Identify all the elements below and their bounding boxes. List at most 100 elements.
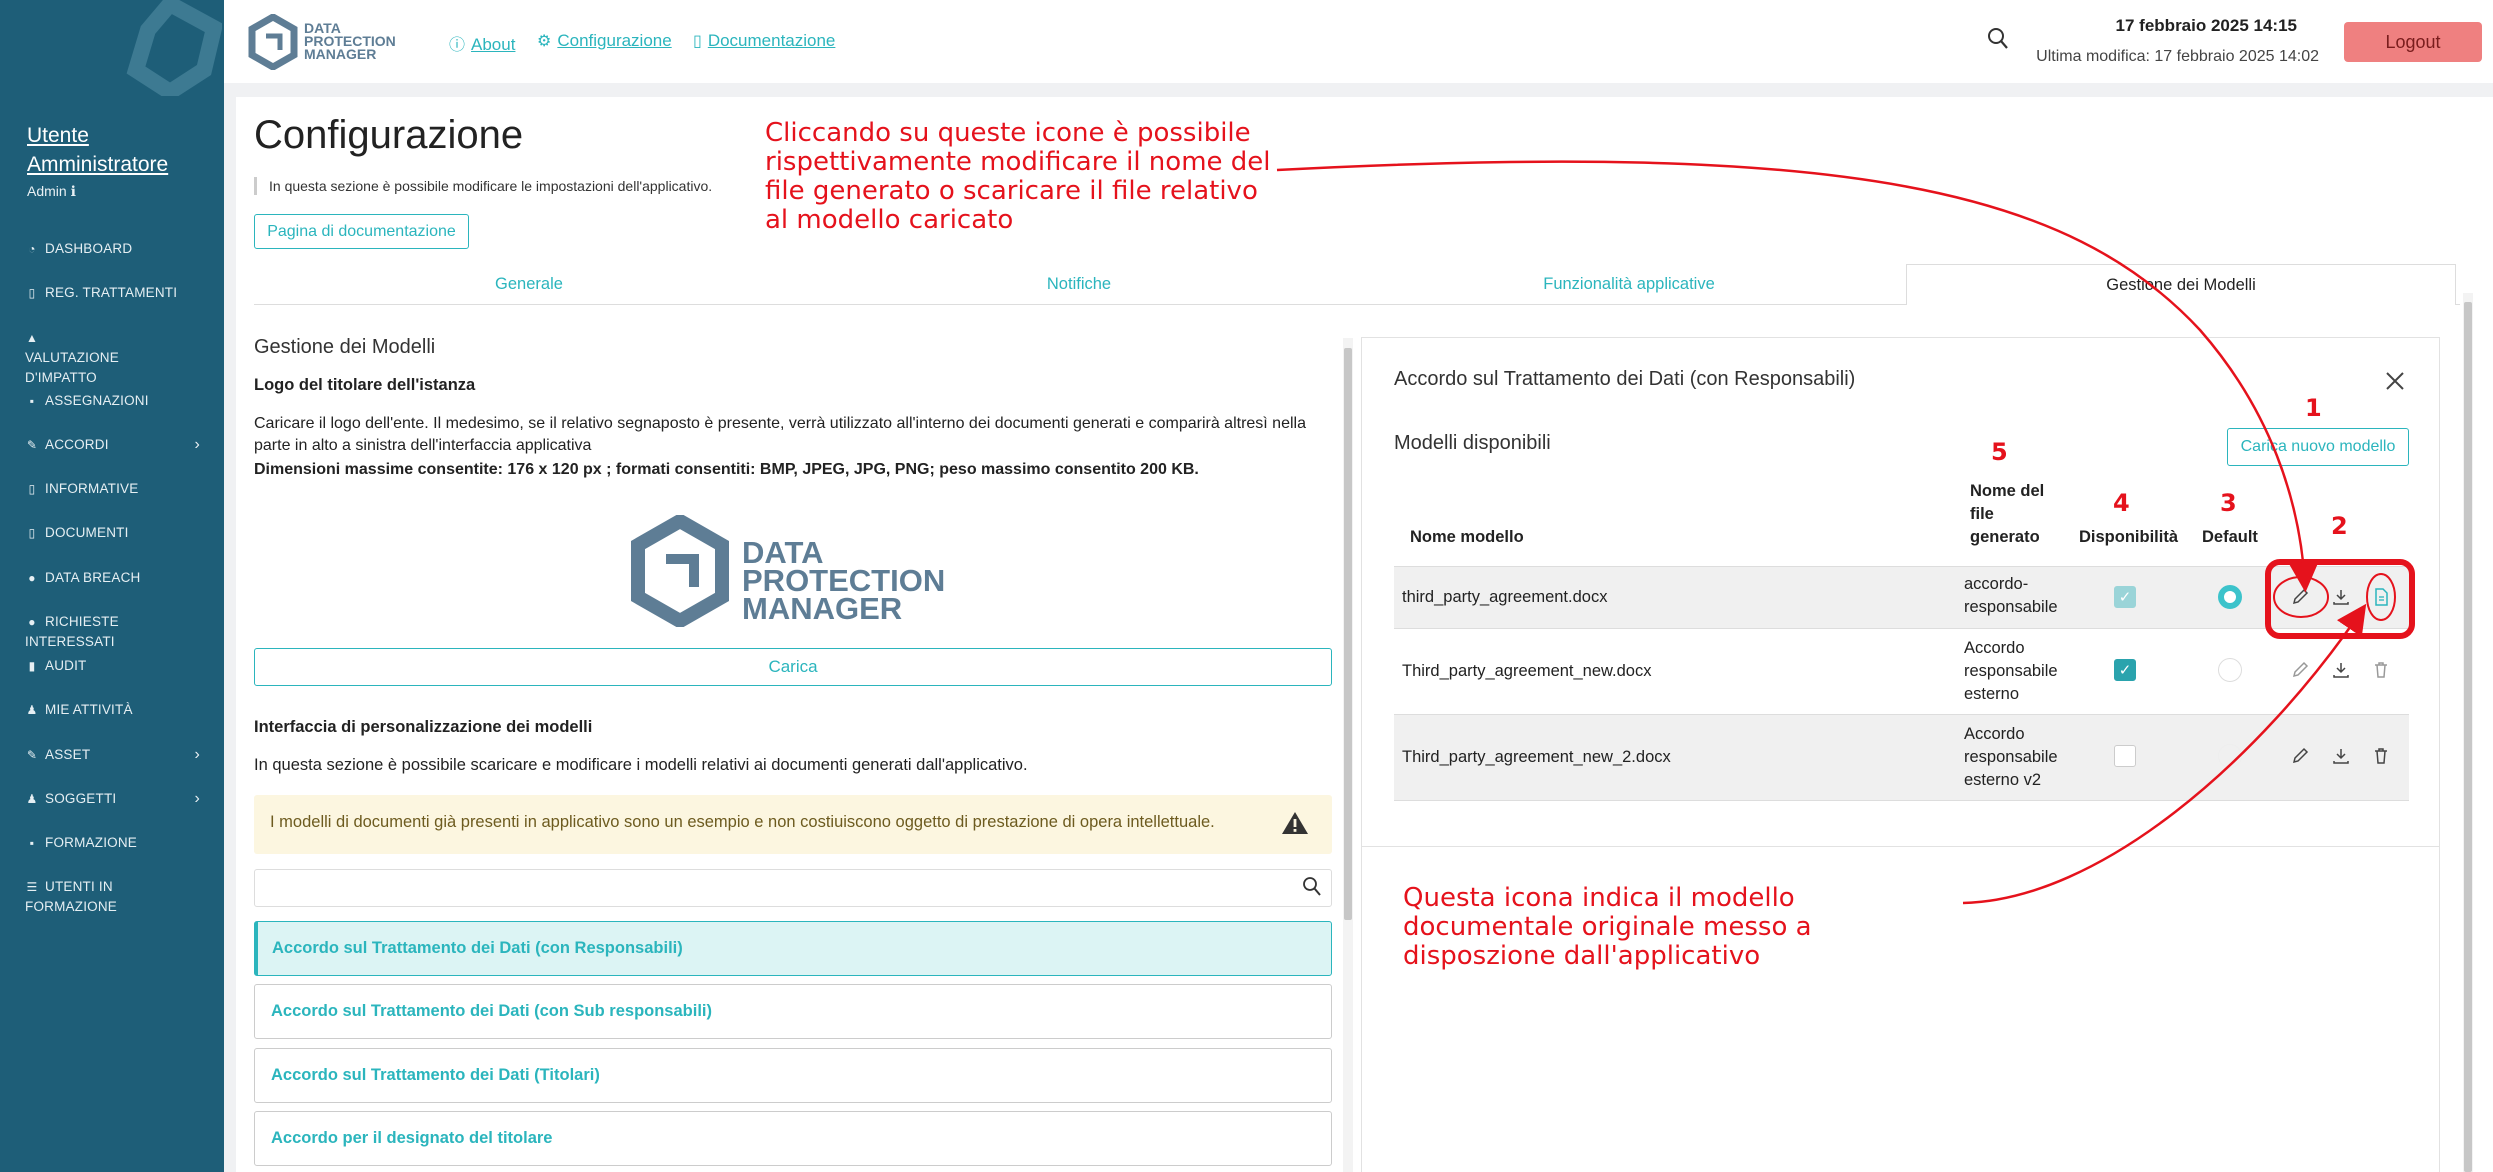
logo-section-title: Logo del titolare dell'istanza xyxy=(254,376,476,394)
logo-text: DATA PROTECTION MANAGER xyxy=(742,537,945,624)
sidebar-item-label: RICHIESTE INTERESSATI xyxy=(25,614,119,649)
book-icon: ▯ xyxy=(693,33,702,50)
sidebar-item-label: ASSET xyxy=(45,747,91,762)
accordion-item[interactable]: Accordo sul Trattamento dei Dati (con Su… xyxy=(254,984,1332,1039)
tab-notifiche[interactable]: Notifiche xyxy=(804,263,1354,305)
edit-icon[interactable] xyxy=(2290,587,2310,607)
sidebar-item-label: DOCUMENTI xyxy=(45,525,129,540)
configurazione-link[interactable]: ⚙ Configurazione xyxy=(537,31,672,51)
tab-generale[interactable]: Generale xyxy=(254,263,804,305)
warning-text: I modelli di documenti già presenti in a… xyxy=(270,813,1215,831)
search-icon[interactable] xyxy=(1987,27,2009,51)
sidebar-item-label: REG. TRATTAMENTI xyxy=(45,285,178,300)
upload-new-model-button[interactable]: Carica nuovo modello xyxy=(2227,428,2409,466)
delete-icon[interactable] xyxy=(2371,746,2391,766)
documentazione-link[interactable]: ▯ Documentazione xyxy=(693,31,835,51)
sidebar-item-data-breach[interactable]: ● DATA BREACH xyxy=(0,568,224,588)
close-icon[interactable] xyxy=(2384,370,2406,392)
annotation-bottom-note: Questa icona indica il modello documenta… xyxy=(1403,883,1812,971)
generated-file-name: Accordo responsabile esterno xyxy=(1964,639,2058,703)
model-name: Third_party_agreement_new_2.docx xyxy=(1402,748,1671,766)
column-header-name: Nome modello xyxy=(1410,528,1524,546)
logo-text: DATA PROTECTION MANAGER xyxy=(304,21,396,62)
availability-checkbox[interactable]: ✓ xyxy=(2114,586,2136,608)
annotation-number: 5 xyxy=(1991,438,2008,466)
alert-circle-icon: ● xyxy=(28,571,36,585)
users-icon: ♟ xyxy=(26,792,38,806)
sidebar-item-label: AUDIT xyxy=(45,658,87,673)
header-logo[interactable]: DATA PROTECTION MANAGER xyxy=(248,14,418,72)
document-icon: ▯ xyxy=(28,526,36,540)
instance-logo-preview: DATA PROTECTION MANAGER xyxy=(630,515,960,630)
sidebar-item-assegnazioni[interactable]: ▪ ASSEGNAZIONI xyxy=(0,391,224,411)
model-name: third_party_agreement.docx xyxy=(1402,588,1608,606)
logout-button[interactable]: Logout xyxy=(2344,22,2482,62)
user-name-link[interactable]: Utente Amministratore xyxy=(27,121,217,179)
sidebar-item-label: INFORMATIVE xyxy=(45,481,139,496)
left-scrollbar-thumb[interactable] xyxy=(1344,348,1352,920)
template-search-input[interactable] xyxy=(254,869,1332,907)
info-icon[interactable]: ℹ xyxy=(71,183,76,199)
about-label: About xyxy=(471,35,516,54)
download-icon[interactable] xyxy=(2331,587,2351,607)
availability-checkbox[interactable]: ✓ xyxy=(2114,659,2136,681)
user-role-label: Admin xyxy=(27,183,67,199)
documentation-page-button[interactable]: Pagina di documentazione xyxy=(254,214,469,249)
model-name: Third_party_agreement_new.docx xyxy=(1402,662,1652,680)
annotation-number: 3 xyxy=(2220,489,2237,517)
tab-gestione-modelli[interactable]: Gestione dei Modelli xyxy=(1906,264,2456,305)
availability-checkbox[interactable] xyxy=(2114,745,2136,767)
user-role: Admin ℹ xyxy=(27,183,76,200)
sidebar-item-accordi[interactable]: ✎ ACCORDI › xyxy=(0,435,224,455)
generated-file-name: accordo-responsabile xyxy=(1964,575,2058,616)
page-scrollbar-thumb[interactable] xyxy=(2464,302,2472,1172)
tab-divider xyxy=(254,304,1906,305)
sidebar-item-asset[interactable]: ✎ ASSET › xyxy=(0,745,224,765)
warning-icon xyxy=(1282,812,1308,834)
handshake-icon: ✎ xyxy=(26,438,38,452)
about-link[interactable]: ⓘ About xyxy=(449,31,515,55)
download-icon[interactable] xyxy=(2331,746,2351,766)
tab-funzionalita[interactable]: Funzionalità applicative xyxy=(1354,263,1904,305)
clipboard-icon: ▪ xyxy=(29,394,35,408)
sidebar: Utente Amministratore Admin ℹ ◔ DASHBOARD… xyxy=(0,0,224,1172)
sidebar-item-utenti-formazione[interactable]: ☰ UTENTI IN FORMAZIONE xyxy=(0,877,224,917)
list-icon: ☰ xyxy=(26,880,38,894)
sidebar-item-formazione[interactable]: ▪ FORMAZIONE xyxy=(0,833,224,853)
dpm-logo-icon xyxy=(631,515,729,627)
download-icon[interactable] xyxy=(2331,660,2351,680)
edit-icon[interactable] xyxy=(2290,660,2310,680)
annotation-top-note: Cliccando su queste icone è possibile ri… xyxy=(765,118,1271,235)
search-icon[interactable] xyxy=(1302,876,1322,898)
available-models-title: Modelli disponibili xyxy=(1394,432,1551,454)
generated-file-name: Accordo responsabile esterno v2 xyxy=(1964,725,2058,789)
video-icon: ▪ xyxy=(29,836,35,850)
annotation-number: 1 xyxy=(2305,394,2322,422)
dashboard-icon: ◔ xyxy=(28,242,36,256)
delete-icon[interactable] xyxy=(2371,660,2391,680)
logo-line: MANAGER xyxy=(304,46,377,62)
default-radio[interactable] xyxy=(2218,585,2242,609)
accordion-item[interactable]: Accordo sul Trattamento dei Dati (Titola… xyxy=(254,1048,1332,1103)
sidebar-item-documenti[interactable]: ▯ DOCUMENTI xyxy=(0,523,224,543)
sidebar-item-valutazione[interactable]: ▲ VALUTAZIONE D'IMPATTO xyxy=(0,328,150,388)
sidebar-item-label: DATA BREACH xyxy=(45,570,141,585)
sidebar-item-dashboard[interactable]: ◔ DASHBOARD xyxy=(0,239,224,259)
accordion-item[interactable]: Accordo per il designato del titolare xyxy=(254,1111,1332,1166)
book-icon: ▯ xyxy=(28,482,36,496)
sidebar-item-richieste[interactable]: ● RICHIESTE INTERESSATI xyxy=(0,612,224,652)
sidebar-item-audit[interactable]: ▮ AUDIT xyxy=(0,656,224,676)
accordion-item[interactable]: Accordo sul Trattamento dei Dati (con Re… xyxy=(254,921,1332,976)
default-radio[interactable] xyxy=(2218,658,2242,682)
column-header-file: Nome del file generato xyxy=(1970,482,2045,546)
sidebar-item-informative[interactable]: ▯ INFORMATIVE xyxy=(0,479,224,499)
default-radio[interactable] xyxy=(2218,744,2242,768)
sidebar-item-reg-trattamenti[interactable]: ▯ REG. TRATTAMENTI xyxy=(0,283,224,303)
warning-icon: ▲ xyxy=(25,331,39,345)
sidebar-item-soggetti[interactable]: ♟ SOGGETTI › xyxy=(0,789,224,809)
page-title: Configurazione xyxy=(254,113,524,157)
tab-divider xyxy=(2456,304,2460,305)
sidebar-item-mie-attivita[interactable]: ♟ MIE ATTIVITÀ xyxy=(0,700,224,720)
upload-logo-button[interactable]: Carica xyxy=(254,648,1332,686)
edit-icon[interactable] xyxy=(2290,746,2310,766)
